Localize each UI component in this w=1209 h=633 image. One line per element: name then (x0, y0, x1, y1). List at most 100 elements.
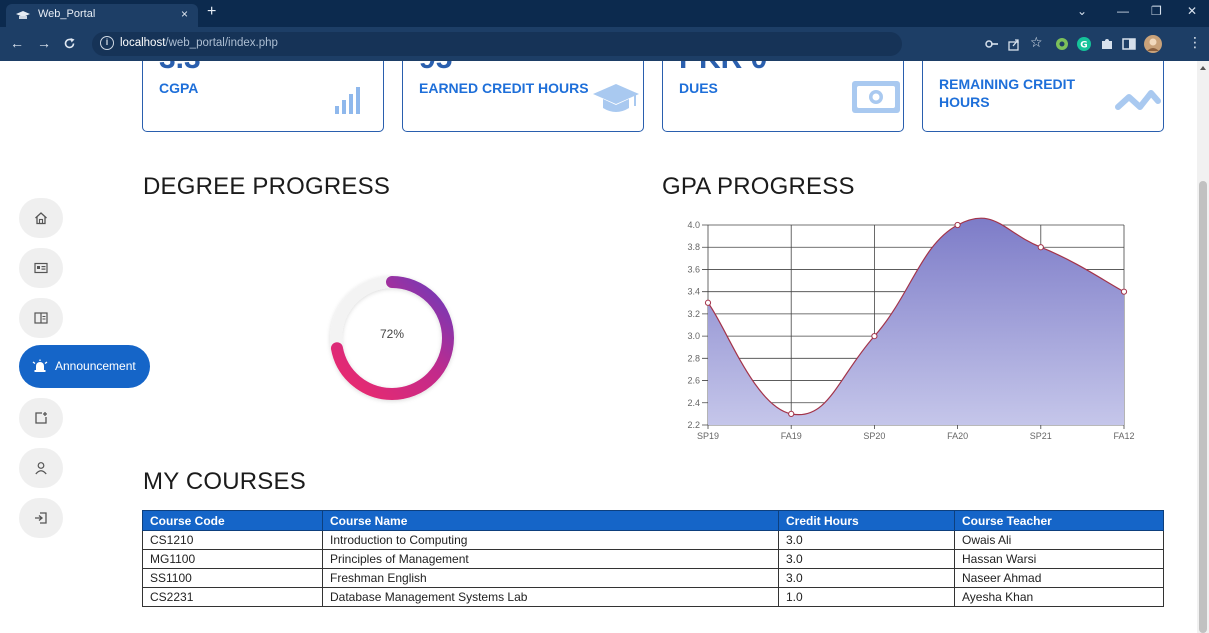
sidebar-item-profile-card[interactable] (19, 248, 63, 288)
side-panel-icon[interactable] (1122, 37, 1136, 51)
cgpa-value: 3.3 (159, 61, 201, 74)
col-course-name: Course Name (322, 510, 779, 531)
y-tick-label: 2.4 (687, 398, 700, 408)
gpa-data-point[interactable] (788, 410, 795, 417)
y-tick-label: 3.2 (687, 309, 700, 319)
add-box-icon (35, 412, 47, 424)
credit-hours: 1.0 (778, 587, 955, 607)
col-course-code: Course Code (142, 510, 323, 531)
extension-leaf-icon[interactable] (1055, 37, 1069, 51)
x-tick-label: SP21 (1030, 431, 1052, 441)
y-tick-label: 4.0 (687, 220, 700, 230)
key-icon[interactable] (985, 37, 999, 51)
x-tick-label: FA19 (781, 431, 802, 441)
dues-value: PKR 0 (679, 61, 767, 74)
x-tick-label: SP20 (863, 431, 885, 441)
id-card-icon (34, 262, 48, 274)
menu-kebab-icon[interactable]: ⋮ (1188, 34, 1202, 51)
course-code: CS1210 (142, 530, 323, 550)
info-icon[interactable]: i (100, 36, 114, 50)
grammarly-icon[interactable]: G (1077, 37, 1091, 51)
puzzle-icon[interactable] (1100, 37, 1114, 51)
wave-icon (1115, 90, 1161, 110)
star-icon[interactable]: ☆ (1030, 34, 1043, 51)
url-input[interactable]: i localhost/web_portal/index.php (92, 32, 902, 56)
courses-table: Course Code Course Name Credit Hours Cou… (142, 510, 1164, 607)
gpa-data-point[interactable] (954, 221, 961, 229)
url-text: localhost/web_portal/index.php (120, 37, 278, 49)
reload-icon[interactable] (63, 37, 76, 50)
x-tick-label: SP19 (697, 431, 719, 441)
back-icon[interactable]: ← (10, 35, 24, 51)
y-tick-label: 3.4 (687, 287, 700, 297)
gpa-progress-title: GPA PROGRESS (662, 173, 855, 200)
new-tab-button[interactable]: + (207, 3, 216, 21)
browser-tab[interactable]: Web_Portal × (6, 4, 198, 27)
x-tick-label: FA20 (947, 431, 968, 441)
table-row: CS1210 Introduction to Computing 3.0 Owa… (142, 530, 1164, 550)
credit-hours: 3.0 (778, 568, 955, 588)
sidebar-item-logout[interactable] (19, 498, 63, 538)
logout-icon (35, 512, 47, 524)
sidebar-item-announcement[interactable]: Announcement (19, 345, 150, 388)
my-courses-title: MY COURSES (143, 468, 306, 495)
gpa-area-fill (708, 218, 1124, 425)
scroll-thumb[interactable] (1199, 181, 1207, 633)
sidebar-item-courses[interactable] (19, 298, 63, 338)
user-icon (35, 462, 47, 475)
y-tick-label: 3.8 (687, 242, 700, 252)
gpa-data-point[interactable] (704, 299, 712, 306)
course-code: CS2231 (142, 587, 323, 607)
gpa-data-point[interactable] (1037, 244, 1044, 251)
money-icon (852, 81, 900, 113)
cgpa-card: 3.3 CGPA (142, 61, 384, 132)
share-icon[interactable] (1007, 37, 1021, 51)
earned-credit-hours-card: 95 EARNED CREDIT HOURS (402, 61, 644, 132)
dues-label: DUES (679, 80, 718, 96)
scroll-up-icon[interactable] (1200, 66, 1206, 70)
avatar[interactable] (1144, 35, 1162, 53)
browser-tab-bar: Web_Portal × + ⌄ — ❐ ✕ (0, 0, 1209, 27)
course-name: Database Management Systems Lab (322, 587, 779, 607)
credit-hours: 3.0 (778, 549, 955, 569)
sidebar-item-home[interactable] (19, 198, 63, 238)
col-credit-hours: Credit Hours (778, 510, 955, 531)
cgpa-label: CGPA (159, 80, 199, 96)
alarm-icon (32, 359, 48, 372)
gpa-data-point[interactable] (871, 333, 878, 340)
page-scrollbar[interactable] (1197, 61, 1209, 633)
graduation-cap-icon (593, 84, 639, 112)
maximize-button[interactable]: ❐ (1151, 4, 1162, 18)
minimize-button[interactable]: — (1117, 4, 1129, 18)
col-course-teacher: Course Teacher (954, 510, 1164, 531)
remaining-credit-hours-label: REMAINING CREDIT HOURS (939, 76, 1076, 110)
sidebar-item-account[interactable] (19, 448, 63, 488)
table-row: SS1100 Freshman English 3.0 Naseer Ahmad (142, 568, 1164, 588)
close-window-button[interactable]: ✕ (1187, 4, 1197, 18)
y-tick-label: 3.6 (687, 264, 700, 274)
x-tick-label: FA12 (1113, 431, 1134, 441)
book-icon (34, 312, 48, 324)
degree-progress-title: DEGREE PROGRESS (143, 173, 391, 200)
svg-text:G: G (1080, 41, 1087, 51)
course-teacher: Ayesha Khan (954, 587, 1164, 607)
address-bar: ← → i localhost/web_portal/index.php ☆ G… (0, 27, 1209, 61)
course-code: SS1100 (142, 568, 323, 588)
graduation-cap-icon (16, 11, 30, 19)
course-teacher: Owais Ali (954, 530, 1164, 550)
course-teacher: Hassan Warsi (954, 549, 1164, 569)
sidebar-item-add[interactable] (19, 398, 63, 438)
tab-close-button[interactable]: × (181, 7, 188, 21)
tab-search-button[interactable]: ⌄ (1077, 4, 1087, 18)
table-row: CS2231 Database Management Systems Lab 1… (142, 587, 1164, 607)
y-tick-label: 3.0 (687, 331, 700, 341)
home-icon (35, 212, 47, 225)
gpa-data-point[interactable] (1120, 288, 1128, 295)
bar-chart-icon (335, 87, 360, 114)
credit-hours: 3.0 (778, 530, 955, 550)
y-tick-label: 2.8 (687, 353, 700, 363)
degree-progress-percent: 72% (379, 327, 405, 341)
gpa-progress-chart: 2.2 2.4 2.6 2.8 3.0 3.2 3.4 3.6 3.8 4.0 SP19 FA19 SP… (687, 217, 1135, 441)
course-teacher: Naseer Ahmad (954, 568, 1164, 588)
forward-icon[interactable]: → (37, 35, 51, 51)
